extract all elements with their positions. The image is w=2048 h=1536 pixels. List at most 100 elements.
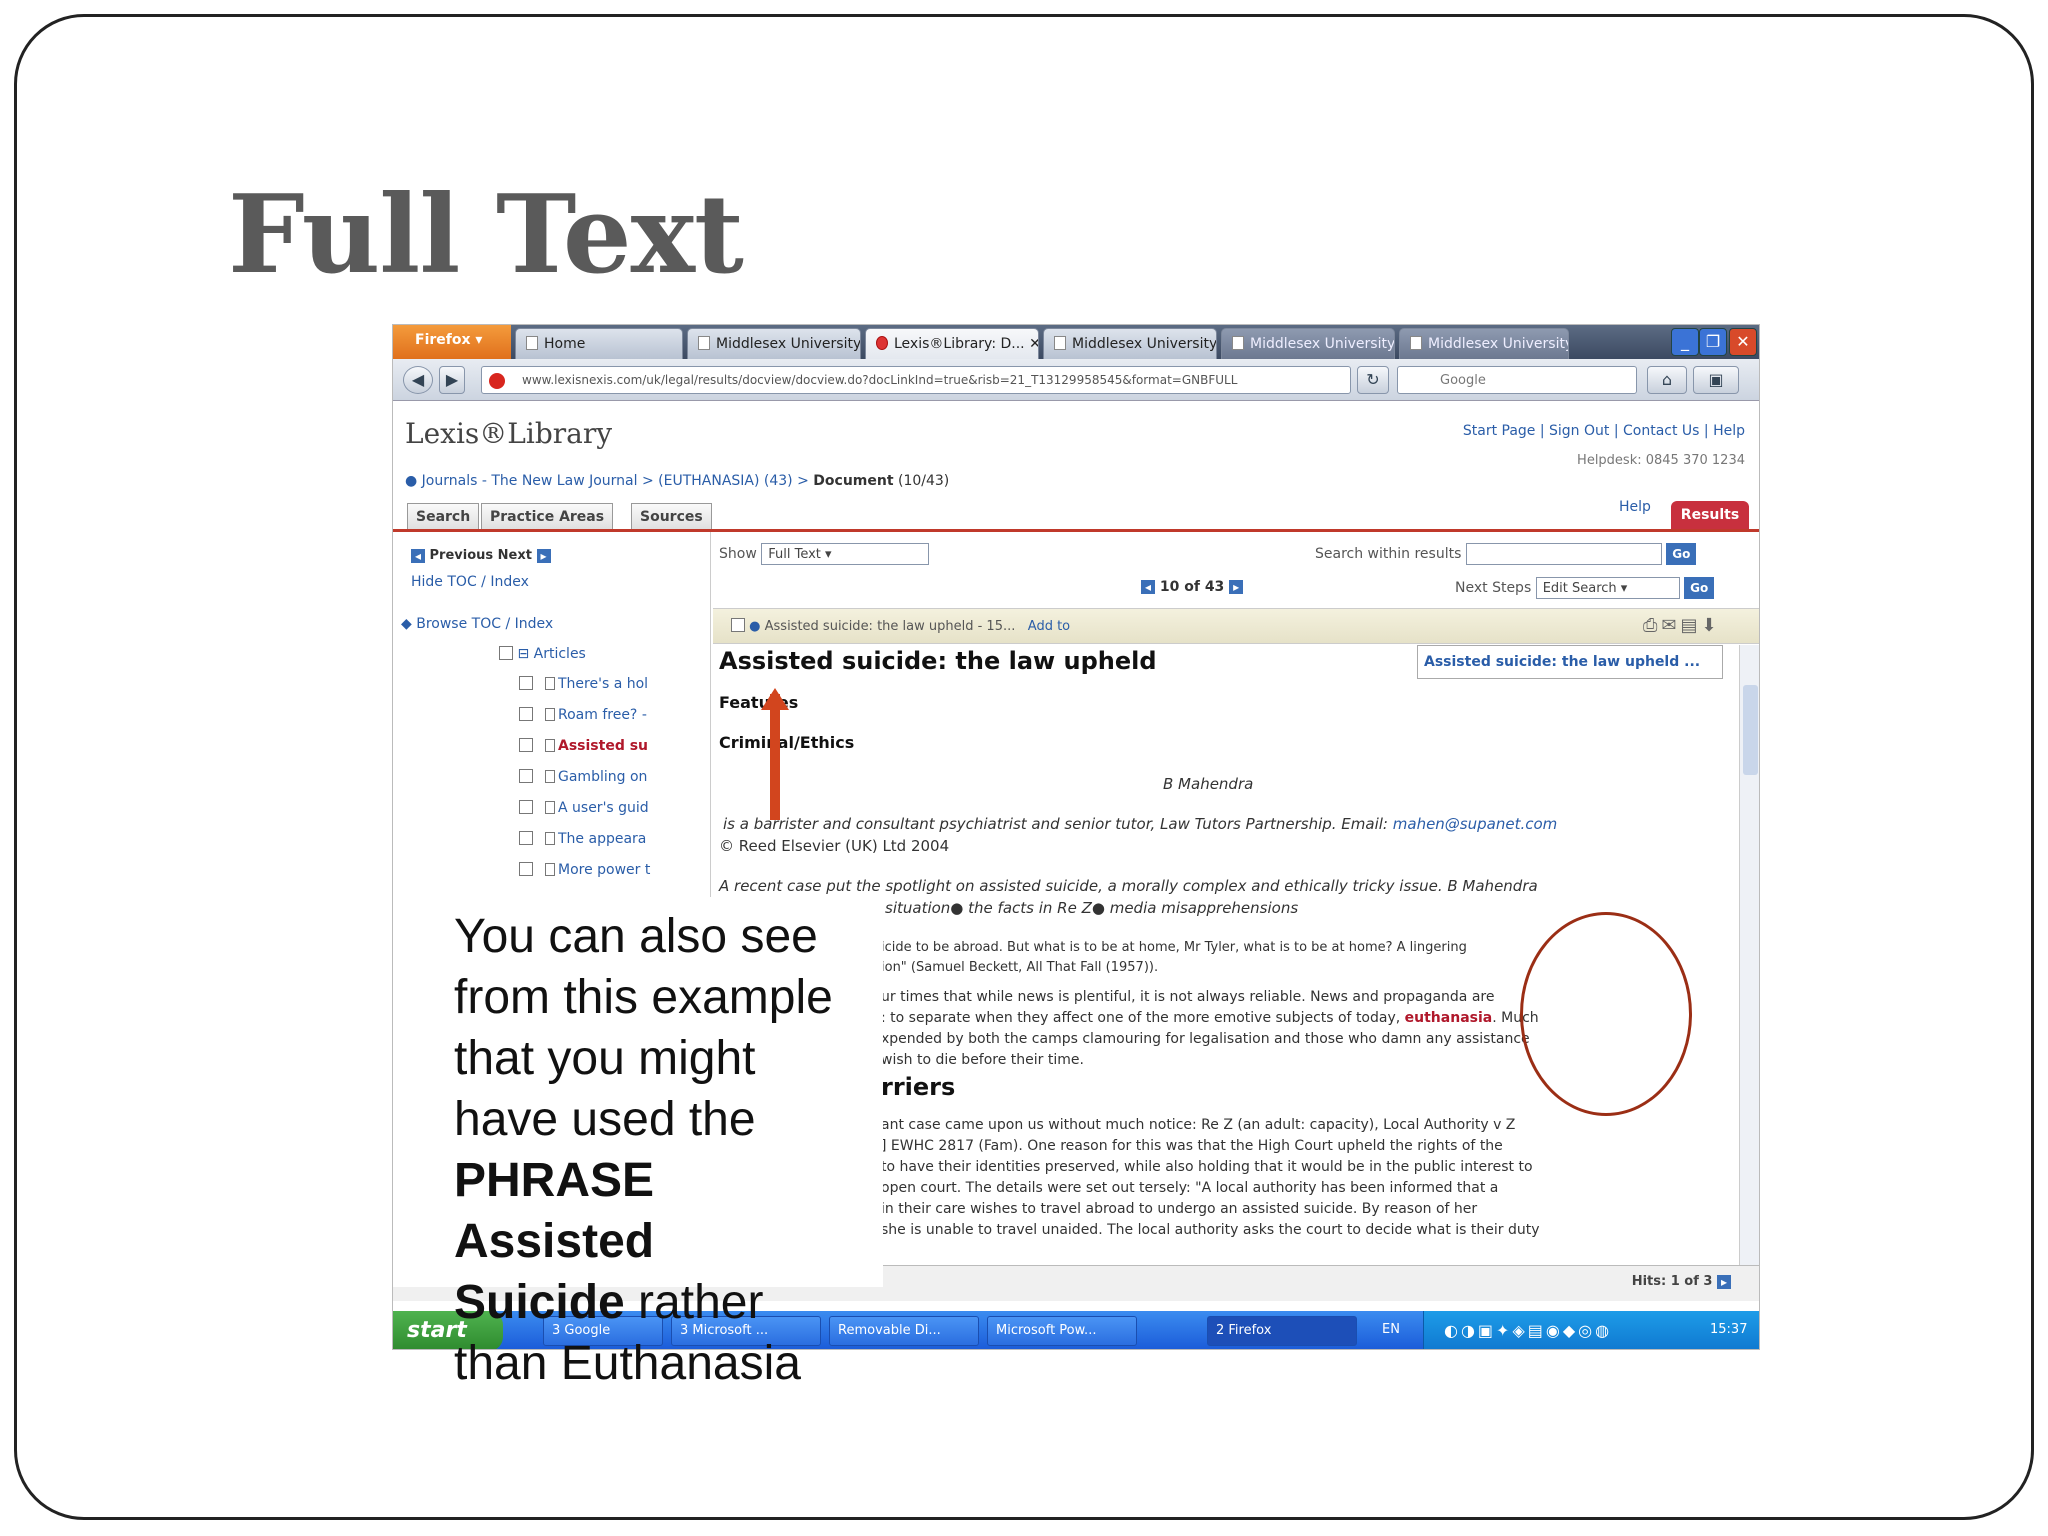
tab-label: Middlesex University [716,336,861,352]
paragraph-line: to have their identities preserved, whil… [881,1159,1533,1175]
callout-rest: rather [624,1276,764,1329]
next-steps-go-button[interactable]: Go [1684,577,1715,599]
tab-middlesex-4[interactable]: Middlesex University [1399,328,1569,359]
language-indicator[interactable]: EN [1382,1322,1400,1337]
search-within-control: Search within results Go [1315,543,1697,565]
toc-section-articles[interactable]: ⊟ Articles [499,646,586,662]
scrollbar-thumb[interactable] [1743,685,1758,775]
show-select[interactable]: Full Text ▾ [761,543,930,565]
toc-item[interactable]: The appeara [519,831,703,847]
toc-item[interactable]: A user's guid [519,800,703,816]
tab-practice-areas[interactable]: Practice Areas [481,503,614,529]
intro-bullets: situation● the facts in Re Z● media misa… [885,899,1299,917]
hide-toc-link[interactable]: Hide TOC / Index [411,574,529,590]
tab-label: Middlesex University [1250,336,1395,352]
top-links[interactable]: Start Page | Sign Out | Contact Us | Hel… [1463,423,1745,439]
addon-icon[interactable]: ▣ [1693,366,1739,394]
breadcrumb-links[interactable]: Journals - The New Law Journal > (EUTHAN… [422,473,809,489]
checkbox[interactable] [731,618,745,632]
checkbox[interactable] [519,738,533,752]
close-window-button[interactable]: ✕ [1729,328,1757,356]
tab-middlesex-3[interactable]: Middlesex University [1221,328,1395,359]
previous-next-label: Previous Next [429,548,532,563]
author-email-link[interactable]: mahen@supanet.com [1393,815,1558,833]
checkbox[interactable] [519,800,533,814]
taskbar-item-active[interactable]: 2 Firefox [1207,1316,1357,1346]
minimize-button[interactable]: _ [1671,328,1699,356]
previous-next-nav[interactable]: ◂ Previous Next ▸ [411,548,551,563]
breadcrumb: ● Journals - The New Law Journal > (EUTH… [405,473,949,489]
next-steps-select[interactable]: Edit Search ▾ [1535,577,1680,599]
tab-middlesex-1[interactable]: Middlesex University [687,328,861,359]
checkbox[interactable] [499,646,513,660]
url-text: www.lexisnexis.com/uk/legal/results/docv… [522,373,1238,387]
home-icon[interactable]: ⌂ [1647,366,1687,394]
firefox-menu-button[interactable]: Firefox ▾ [393,325,511,359]
document-outline-box[interactable]: Assisted suicide: the law upheld ... [1417,645,1723,679]
site-favicon-icon [489,373,505,389]
previous-icon[interactable]: ◂ [411,548,425,563]
next-icon[interactable]: ▸ [536,548,551,563]
hit-nav-icon[interactable]: ▸ [1717,1274,1731,1289]
toc-item[interactable]: Gambling on [519,769,703,785]
callout-bold-suicide: Suicide [454,1276,625,1329]
paragraph-1: ur times that while news is plentiful, i… [881,987,1539,1071]
back-arrow-icon[interactable]: ◀ [403,366,433,394]
hits-label: Hits: 1 of 3 [1631,1274,1713,1289]
next-steps-control: Next Steps Edit Search ▾ Go [1455,577,1715,599]
search-within-input[interactable] [1465,543,1662,565]
email-icon[interactable]: ✉ [1661,615,1680,636]
tab-middlesex-2[interactable]: Middlesex University [1043,328,1217,359]
checkbox[interactable] [519,707,533,721]
callout-line: than Euthanasia [454,1337,801,1390]
tab-results[interactable]: Results [1671,501,1749,529]
checkbox[interactable] [519,831,533,845]
download-icon[interactable]: ⬇ [1702,615,1721,636]
document-scrollbar[interactable] [1739,645,1759,1265]
callout-line: You can also see [454,910,818,963]
add-to-link[interactable]: Add to [1028,619,1070,634]
paragraph-line: ] EWHC 2817 (Fam). One reason for this w… [881,1138,1503,1154]
reload-icon[interactable]: ↻ [1357,366,1389,394]
tray-icons[interactable]: ◐◑▣✦◈▤◉◆◎◍ [1444,1321,1612,1340]
maximize-button[interactable]: ❐ [1699,328,1727,356]
document-category: Criminal/Ethics [719,733,855,752]
toc-item[interactable]: Roam free? - [519,707,703,723]
pager-prev-icon[interactable]: ◂ [1141,580,1155,594]
save-icon[interactable]: ▤ [1681,615,1702,636]
callout-bold-assisted: Assisted [454,1215,655,1268]
search-bar[interactable]: Google [1397,366,1637,394]
toc-item-label: More power t [558,862,651,878]
callout-text: You can also see from this example that … [454,906,884,1394]
pager-next-icon[interactable]: ▸ [1229,580,1244,594]
tab-label: Middlesex University [1428,336,1569,352]
paragraph-line: open court. The details were set out ter… [881,1180,1499,1196]
document-icon [545,770,555,783]
callout-line: Suicide rather [454,1272,884,1333]
tab-label: Middlesex University [1072,336,1217,352]
checkbox[interactable] [519,862,533,876]
print-icon[interactable]: ⎙ [1643,615,1661,636]
copyright: © Reed Elsevier (UK) Ltd 2004 [719,837,950,855]
toc-item-current[interactable]: Assisted su [519,738,703,754]
toc-item[interactable]: More power t [519,862,703,878]
callout-line: from this example [454,971,833,1024]
toc-item[interactable]: There's a hol [519,676,703,692]
breadcrumb-count: (10/43) [897,473,950,489]
tab-lexis-library[interactable]: Lexis®Library: D... ✕ [865,328,1039,359]
paragraph-line: : to separate when they affect one of th… [881,1008,1539,1029]
tab-search[interactable]: Search [407,503,480,529]
search-within-go-button[interactable]: Go [1666,543,1697,565]
tab-home[interactable]: Home [515,328,683,359]
checkbox[interactable] [519,676,533,690]
checkbox[interactable] [519,769,533,783]
address-bar[interactable]: www.lexisnexis.com/uk/legal/results/docv… [481,366,1351,394]
help-link[interactable]: Help [1619,499,1651,515]
document-strip-title: ● Assisted suicide: the law upheld - 15.… [731,618,1070,634]
tab-label: Lexis®Library: D... [894,336,1025,352]
delivery-icons[interactable]: ⎙✉▤⬇ [1643,615,1721,636]
tab-sources[interactable]: Sources [631,503,712,529]
taskbar-item[interactable]: Microsoft Pow... [987,1316,1137,1346]
browse-toc-link[interactable]: ◆ Browse TOC / Index [401,616,553,632]
forward-arrow-icon[interactable]: ▶ [439,366,465,394]
